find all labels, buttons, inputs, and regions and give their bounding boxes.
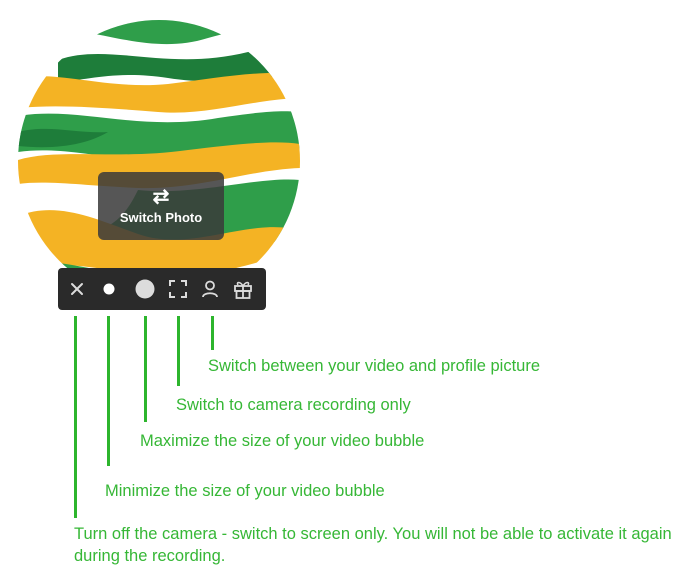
dot-small-icon <box>103 283 115 295</box>
camera-only-annotation: Switch to camera recording only <box>176 396 411 414</box>
profile-annotation: Switch between your video and profile pi… <box>208 357 541 375</box>
close-icon <box>71 283 83 295</box>
minimize-annotation: Minimize the size of your video bubble <box>105 482 385 500</box>
bubble-toolbar <box>58 268 266 310</box>
switch-photo-label: Switch Photo <box>119 209 203 225</box>
profile-pointer-line <box>211 316 214 350</box>
minimize-bubble-button[interactable] <box>96 268 122 310</box>
profile-picture-button[interactable] <box>196 268 224 310</box>
gift-button[interactable] <box>228 268 258 310</box>
video-bubble <box>18 20 300 302</box>
camera-only-button[interactable] <box>164 268 192 310</box>
swap-arrows-icon: ⇄ <box>152 185 170 208</box>
fullscreen-corners-icon <box>169 280 187 298</box>
turn-off-pointer-line <box>74 316 77 518</box>
turn-off-annotation: Turn off the camera - switch to screen o… <box>74 525 672 565</box>
person-icon <box>202 280 218 298</box>
bubble-artwork <box>18 20 300 302</box>
gift-icon <box>234 281 252 299</box>
camera-only-pointer-line <box>177 316 180 386</box>
maximize-bubble-button[interactable] <box>130 268 160 310</box>
maximize-annotation: Maximize the size of your video bubble <box>140 432 425 450</box>
switch-photo-button[interactable]: ⇄ Switch Photo <box>98 172 224 240</box>
close-camera-button[interactable] <box>64 268 90 310</box>
maximize-pointer-line <box>144 316 147 422</box>
dot-large-icon <box>135 279 155 299</box>
minimize-pointer-line <box>107 316 110 466</box>
